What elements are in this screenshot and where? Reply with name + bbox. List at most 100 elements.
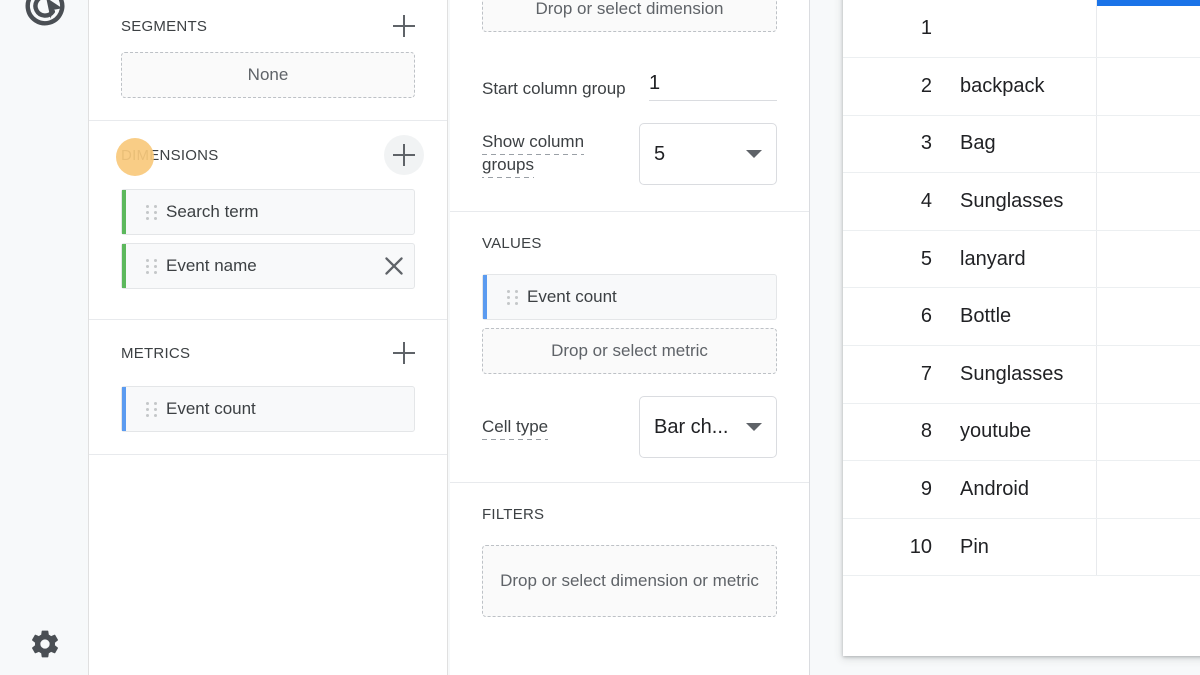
row-term: Bottle	[948, 287, 1096, 347]
drag-handle-icon[interactable]	[497, 289, 527, 305]
filters-header: FILTERS	[482, 483, 777, 545]
row-value	[1095, 172, 1200, 231]
cell-type-row: Cell type Bar ch...	[482, 396, 777, 458]
add-metric-button[interactable]	[393, 342, 415, 364]
row-value	[1095, 0, 1200, 59]
show-column-groups-row: Show column groups 5	[482, 123, 777, 185]
dimension-accent-bar	[122, 190, 126, 234]
app-root: SEGMENTS None DIMENSIONS Search term Eve…	[0, 0, 1200, 675]
table-row[interactable]: 2 backpack	[843, 57, 1200, 116]
row-term: backpack	[948, 57, 1096, 116]
table-row[interactable]: 8 youtube	[843, 403, 1200, 462]
cell-type-label: Cell type	[482, 416, 549, 440]
drag-handle-icon[interactable]	[136, 401, 166, 417]
table-row[interactable]: 3 Bag	[843, 115, 1200, 174]
row-term: Sunglasses	[948, 345, 1096, 404]
filters-dropzone[interactable]: Drop or select dimension or metric	[482, 545, 777, 617]
show-column-groups-label: Show column groups	[482, 132, 585, 178]
table-row[interactable]: 4 Sunglasses	[843, 172, 1200, 231]
chevron-down-icon	[746, 423, 762, 431]
metric-chip-event-count[interactable]: Event count	[121, 386, 415, 432]
drag-handle-icon[interactable]	[136, 204, 166, 220]
values-header: VALUES	[482, 212, 777, 274]
dimension-chip-label: Event name	[166, 256, 257, 275]
cursor-target-icon[interactable]	[0, 0, 89, 34]
show-column-groups-label-wrap: Show column groups	[482, 131, 639, 178]
dimension-chip-search-term[interactable]: Search term	[121, 189, 415, 235]
table-row[interactable]: 10 Pin	[843, 518, 1200, 577]
row-index: 6	[843, 287, 948, 347]
chevron-down-icon	[746, 150, 762, 158]
left-icon-rail	[0, 0, 89, 675]
add-dimension-button[interactable]	[384, 135, 424, 175]
row-term: Pin	[948, 518, 1096, 577]
table-row[interactable]: 1	[843, 0, 1200, 59]
table-filler-row	[843, 576, 1200, 634]
row-term	[948, 0, 1096, 59]
segments-dropzone[interactable]: None	[121, 52, 415, 98]
data-table: 2,04 1 2 backpack 3 Bag 4 Sungla	[843, 0, 1200, 634]
cell-type-label-wrap: Cell type	[482, 416, 639, 440]
show-column-groups-value: 5	[654, 142, 666, 165]
cell-type-select[interactable]: Bar ch...	[639, 396, 777, 458]
table-row[interactable]: 6 Bottle	[843, 287, 1200, 347]
dimensions-title: DIMENSIONS	[121, 146, 219, 164]
row-term: youtube	[948, 403, 1096, 462]
column-group-section: Drop or select dimension Start column gr…	[450, 0, 809, 212]
dimension-chip-label: Search term	[166, 202, 259, 221]
segments-section: SEGMENTS None	[89, 0, 447, 121]
table-row[interactable]: 5 lanyard	[843, 230, 1200, 289]
values-dropzone[interactable]: Drop or select metric	[482, 328, 777, 374]
table-row[interactable]: 7 Sunglasses	[843, 345, 1200, 404]
fields-panel: SEGMENTS None DIMENSIONS Search term Eve…	[89, 0, 448, 675]
segments-header: SEGMENTS	[121, 0, 415, 52]
show-column-groups-select[interactable]: 5	[639, 123, 777, 185]
value-chip-label: Event count	[527, 287, 617, 306]
row-term: Bag	[948, 115, 1096, 174]
metric-chip-label: Event count	[166, 399, 256, 418]
row-term: Android	[948, 460, 1096, 519]
config-panel: Drop or select dimension Start column gr…	[450, 0, 810, 675]
row-term: Sunglasses	[948, 172, 1096, 231]
row-index: 2	[843, 57, 948, 116]
segments-title: SEGMENTS	[121, 17, 208, 35]
start-column-group-row: Start column group 1	[482, 72, 777, 101]
row-index: 9	[843, 460, 948, 519]
row-value	[1095, 345, 1200, 404]
filters-section: FILTERS Drop or select dimension or metr…	[450, 483, 809, 617]
row-index: 4	[843, 172, 948, 231]
dimension-accent-bar	[122, 244, 126, 288]
table-row[interactable]: 9 Android	[843, 460, 1200, 519]
column-dimension-dropzone[interactable]: Drop or select dimension	[482, 0, 777, 32]
row-index: 8	[843, 403, 948, 462]
row-value	[1095, 518, 1200, 577]
metric-accent-bar	[122, 387, 126, 431]
row-value	[1095, 287, 1200, 347]
row-value	[1095, 115, 1200, 174]
dimensions-header: DIMENSIONS	[121, 121, 424, 189]
row-index: 1	[843, 0, 948, 59]
values-title: VALUES	[482, 234, 542, 252]
metrics-header: METRICS	[121, 320, 415, 386]
start-column-group-label: Start column group	[482, 79, 626, 99]
values-section: VALUES Event count Drop or select metric…	[450, 212, 809, 483]
row-index: 10	[843, 518, 948, 577]
row-index: 7	[843, 345, 948, 404]
cell-type-value: Bar ch...	[654, 415, 729, 438]
metric-accent-bar	[483, 275, 487, 319]
row-index: 5	[843, 230, 948, 289]
row-value	[1095, 403, 1200, 462]
data-table-card: 2,04 1 2 backpack 3 Bag 4 Sungla	[843, 0, 1200, 656]
gear-icon[interactable]	[0, 616, 89, 672]
remove-dimension-icon[interactable]	[374, 253, 414, 279]
start-column-group-input[interactable]: 1	[649, 72, 777, 101]
metrics-title: METRICS	[121, 344, 191, 362]
dimensions-section: DIMENSIONS Search term Event name	[89, 121, 447, 320]
row-value	[1095, 230, 1200, 289]
filters-title: FILTERS	[482, 505, 545, 523]
add-segment-button[interactable]	[393, 15, 415, 37]
value-chip-event-count[interactable]: Event count	[482, 274, 777, 320]
row-term: lanyard	[948, 230, 1096, 289]
dimension-chip-event-name[interactable]: Event name	[121, 243, 415, 289]
drag-handle-icon[interactable]	[136, 258, 166, 274]
